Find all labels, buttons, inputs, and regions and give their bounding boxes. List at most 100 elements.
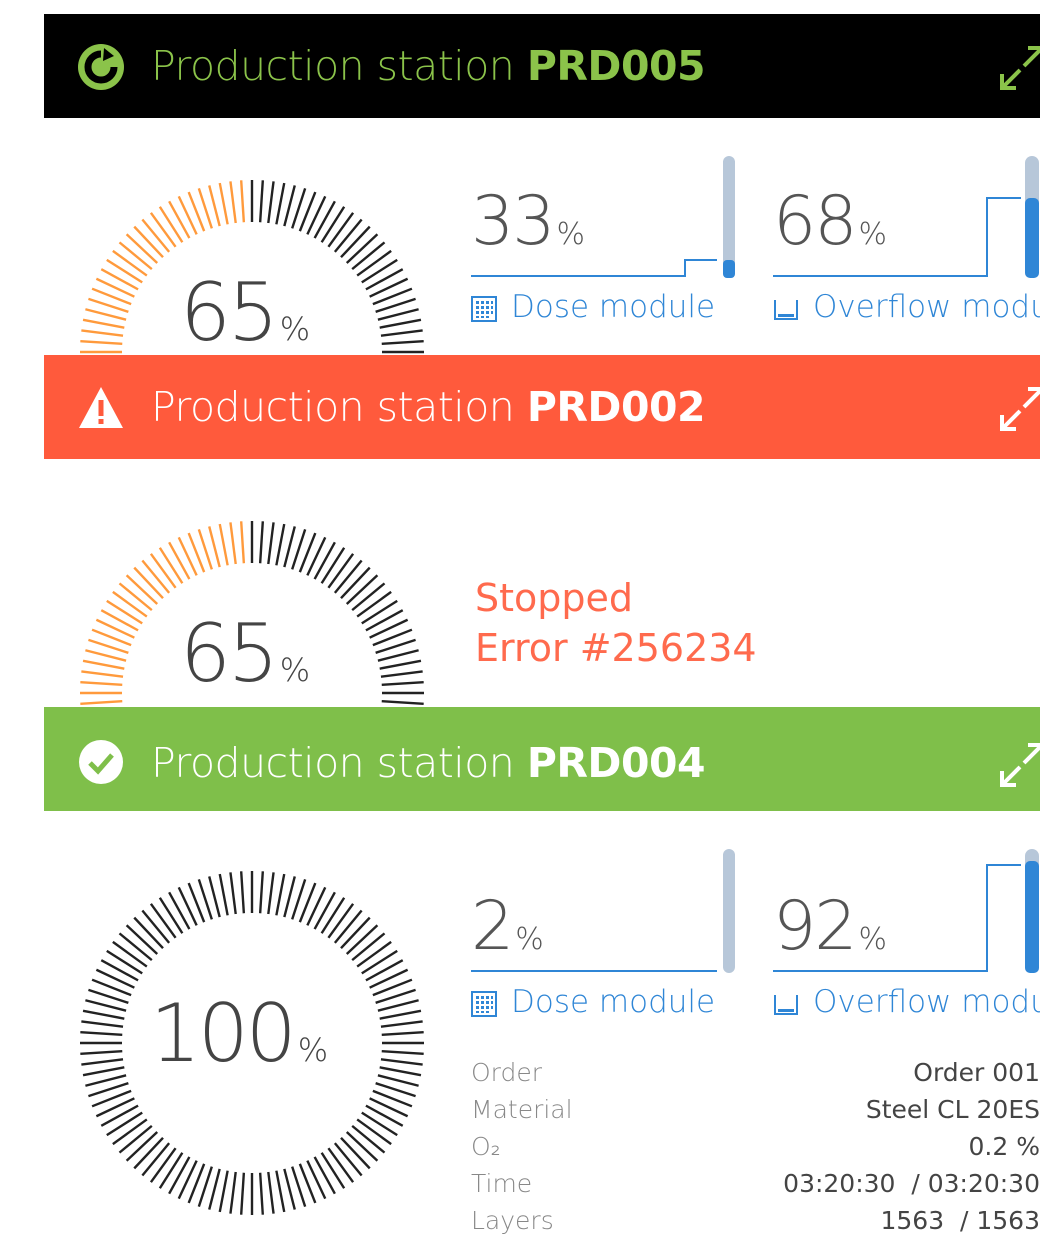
gauge-tick <box>361 258 398 284</box>
overflow-module[interactable]: 92% Overflow modu <box>773 847 1040 1027</box>
gauge-tick <box>306 536 327 576</box>
gauge-tick <box>306 886 327 926</box>
gauge-tick <box>81 329 124 337</box>
gauge-tick <box>85 308 127 321</box>
gauge-tick <box>141 909 171 944</box>
gauge-tick <box>177 536 198 576</box>
info-value-o2: 0.2 % <box>968 1132 1040 1161</box>
tray-icon <box>774 299 798 320</box>
gauge-tick <box>141 218 171 253</box>
gauge-tick <box>229 522 237 565</box>
gauge-tick <box>229 181 237 224</box>
gauge-tick <box>327 1147 355 1183</box>
dose-level-chart <box>471 849 735 973</box>
gauge-tick <box>333 1142 363 1177</box>
dose-level-chart <box>471 156 735 278</box>
gauge-tick <box>369 1097 409 1118</box>
gauge-tick <box>369 618 409 639</box>
gauge-tick <box>118 241 153 271</box>
dose-module[interactable]: 2% Dose module <box>471 847 737 1027</box>
gauge-tick <box>100 609 139 632</box>
running-circle-icon <box>78 44 124 90</box>
gauge-tick <box>218 1170 229 1213</box>
gauge-tick <box>208 876 221 918</box>
progress-unit: % <box>297 1031 329 1069</box>
station-header[interactable]: Production station PRD002 <box>44 355 1040 459</box>
gauge-tick <box>112 940 148 968</box>
progress-number: 100 <box>150 987 297 1080</box>
overflow-module[interactable]: 68% Overflow modu <box>773 154 1040 334</box>
gauge-tick <box>112 1118 148 1146</box>
info-value-layers: 1563 / 1563 <box>880 1206 1040 1235</box>
gauge-tick <box>313 200 336 239</box>
gauge-tick <box>80 1031 123 1037</box>
gauge-tick <box>340 225 371 259</box>
progress-number: 65 <box>180 607 279 700</box>
progress-value: 65% <box>180 266 310 355</box>
expand-arrows-icon[interactable] <box>994 737 1040 797</box>
gauge-tick <box>118 1124 153 1154</box>
gauge-tick <box>267 522 275 565</box>
gauge-tick <box>275 1170 286 1213</box>
gauge-tick <box>168 200 191 239</box>
gauge-tick <box>208 185 221 227</box>
station-title: Production station PRD002 <box>151 381 706 433</box>
gauge-tick <box>351 582 386 612</box>
gauge-tick <box>218 873 229 916</box>
gauge-tick <box>267 181 275 224</box>
gauge-tick <box>80 1049 123 1055</box>
gauge-tick <box>158 206 184 243</box>
gauge-tick <box>240 521 246 564</box>
gauge-tick <box>340 916 371 950</box>
station-title-prefix: Production station <box>151 739 515 787</box>
gauge-tick <box>267 1171 275 1214</box>
gauge-tick <box>365 1104 404 1127</box>
dose-label: Dose module <box>471 289 715 325</box>
gauge-tick <box>283 876 296 918</box>
gauge-tick <box>149 212 177 248</box>
gauge-tick <box>320 1152 346 1189</box>
station-header[interactable]: Production station PRD004 <box>44 707 1040 811</box>
gauge-tick <box>275 873 286 916</box>
gauge-tick <box>333 559 363 594</box>
gauge-tick <box>85 1074 127 1087</box>
info-value-order: Order 001 <box>913 1058 1040 1087</box>
gauge-tick <box>95 277 135 298</box>
station-header[interactable]: Production station PRD005 <box>44 14 1040 118</box>
gauge-tick <box>313 541 336 580</box>
info-key-material: Material <box>471 1095 573 1124</box>
gauge-tick <box>351 1124 386 1154</box>
gauge-tick <box>168 1156 191 1195</box>
gauge-tick <box>141 1142 171 1177</box>
grid-icon <box>471 990 497 1017</box>
gauge-tick <box>177 886 198 926</box>
expand-arrows-icon[interactable] <box>994 40 1040 100</box>
gauge-tick <box>106 599 143 625</box>
dose-label-text: Dose module <box>511 289 716 325</box>
gauge-tick <box>80 699 123 705</box>
dose-module[interactable]: 33% Dose module <box>471 154 737 334</box>
gauge-tick <box>379 659 422 670</box>
expand-arrows-icon[interactable] <box>994 381 1040 441</box>
station-title-prefix: Production station <box>151 42 515 90</box>
gauge-tick <box>356 249 392 277</box>
gauge-tick <box>333 909 363 944</box>
gauge-tick <box>95 1097 135 1118</box>
gauge-tick <box>377 649 419 662</box>
gauge-tick <box>82 1066 125 1077</box>
gauge-tick <box>112 249 148 277</box>
gauge-tick <box>381 1031 424 1037</box>
gauge-tick <box>95 968 135 989</box>
progress-unit: % <box>279 310 311 348</box>
gauge-tick <box>125 574 159 605</box>
info-key-order: Order <box>471 1058 543 1087</box>
progress-value: 65% <box>180 607 310 700</box>
gauge-tick <box>240 180 246 223</box>
gauge-tick <box>379 318 422 329</box>
gauge-tick <box>313 1156 336 1195</box>
overflow-label: Overflow modu <box>773 289 1040 325</box>
gauge-tick <box>275 523 286 566</box>
gauge-tick <box>141 559 171 594</box>
gauge-tick <box>81 1058 124 1066</box>
progress-number: 65 <box>180 266 279 355</box>
